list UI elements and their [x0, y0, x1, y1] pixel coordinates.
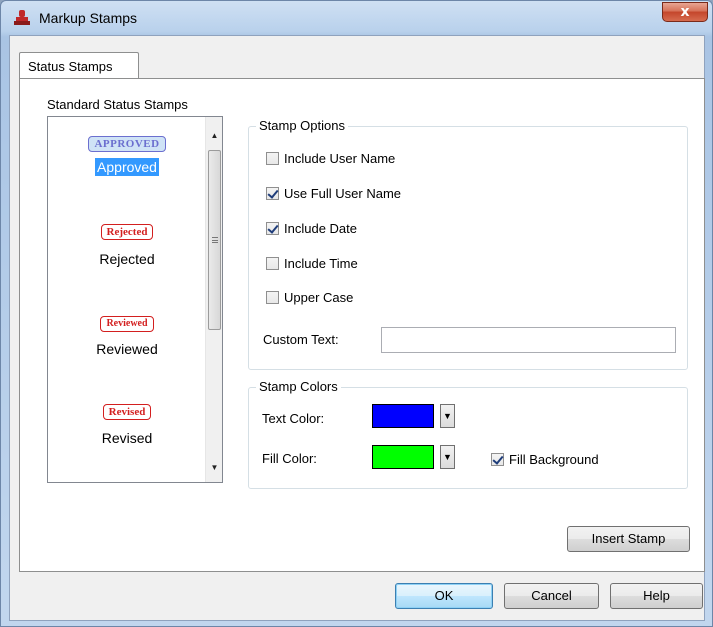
stamp-preview-rejected: Rejected — [100, 224, 154, 240]
list-item[interactable]: APPROVED Approved — [48, 135, 206, 176]
cancel-button[interactable]: Cancel — [504, 583, 599, 609]
checkbox-box[interactable] — [266, 151, 279, 165]
stamp-label-rejected: Rejected — [99, 251, 155, 267]
help-button[interactable]: Help — [610, 583, 703, 609]
stamp-options-title: Stamp Options — [256, 118, 348, 133]
list-scrollbar[interactable]: ▲ ▼ — [205, 117, 222, 482]
stamp-preview-reviewed: Reviewed — [100, 316, 154, 332]
fill-background-label: Fill Background — [509, 451, 599, 467]
upper-case-label: Upper Case — [284, 289, 354, 305]
fill-background-checkbox[interactable]: Fill Background — [491, 451, 599, 467]
custom-text-input[interactable] — [381, 327, 676, 353]
stamps-list-heading: Standard Status Stamps — [47, 97, 188, 112]
list-item[interactable]: Revised Revised — [48, 403, 206, 447]
checkbox-box[interactable] — [266, 256, 279, 270]
text-color-label: Text Color: — [262, 411, 325, 426]
include-time-checkbox[interactable]: Include Time — [266, 255, 358, 271]
grip-icon — [212, 237, 218, 243]
upper-case-checkbox[interactable]: Upper Case — [266, 289, 353, 305]
stamp-label-revised: Revised — [101, 430, 153, 446]
scrollbar-thumb[interactable] — [208, 150, 221, 330]
include-user-name-label: Include User Name — [284, 150, 396, 166]
stamp-preview-approved: APPROVED — [88, 136, 166, 152]
close-button[interactable]: x — [662, 2, 708, 22]
checkbox-box[interactable] — [266, 221, 279, 235]
scroll-up-icon[interactable]: ▲ — [206, 127, 222, 144]
close-icon: x — [680, 4, 690, 20]
use-full-user-name-label: Use Full User Name — [284, 185, 402, 201]
fill-color-label: Fill Color: — [262, 451, 317, 466]
checkbox-box[interactable] — [491, 452, 504, 466]
fill-color-dropdown[interactable]: ▼ — [440, 445, 455, 469]
window-title: Markup Stamps — [39, 10, 138, 26]
stamp-icon — [14, 10, 30, 25]
include-time-label: Include Time — [284, 255, 358, 271]
checkbox-box[interactable] — [266, 186, 279, 200]
scroll-down-icon[interactable]: ▼ — [206, 459, 222, 476]
title-bar[interactable]: Markup Stamps x — [1, 1, 712, 35]
chevron-down-icon: ▼ — [443, 411, 452, 421]
text-color-swatch[interactable] — [372, 404, 434, 428]
stamp-label-reviewed: Reviewed — [96, 341, 158, 357]
stamp-preview-revised: Revised — [102, 404, 152, 420]
include-date-label: Include Date — [284, 220, 357, 236]
stamp-colors-group — [248, 387, 688, 489]
fill-color-swatch[interactable] — [372, 445, 434, 469]
custom-text-label: Custom Text: — [263, 332, 339, 347]
dialog-window: Markup Stamps x Status Stamps Standard S… — [0, 0, 713, 627]
tab-status-stamps[interactable]: Status Stamps — [19, 52, 139, 79]
stamp-label-approved: Approved — [95, 158, 159, 176]
insert-stamp-button[interactable]: Insert Stamp — [567, 526, 690, 552]
chevron-down-icon: ▼ — [443, 452, 452, 462]
stamp-colors-title: Stamp Colors — [256, 379, 341, 394]
checkbox-box[interactable] — [266, 290, 279, 304]
text-color-dropdown[interactable]: ▼ — [440, 404, 455, 428]
stamps-listbox[interactable]: APPROVED Approved Rejected Rejected Revi… — [47, 116, 223, 483]
use-full-user-name-checkbox[interactable]: Use Full User Name — [266, 185, 401, 201]
tab-label: Status Stamps — [28, 59, 113, 74]
include-user-name-checkbox[interactable]: Include User Name — [266, 150, 395, 166]
list-item[interactable]: Reviewed Reviewed — [48, 314, 206, 358]
ok-button[interactable]: OK — [395, 583, 493, 609]
list-item[interactable]: Rejected Rejected — [48, 223, 206, 268]
include-date-checkbox[interactable]: Include Date — [266, 220, 357, 236]
